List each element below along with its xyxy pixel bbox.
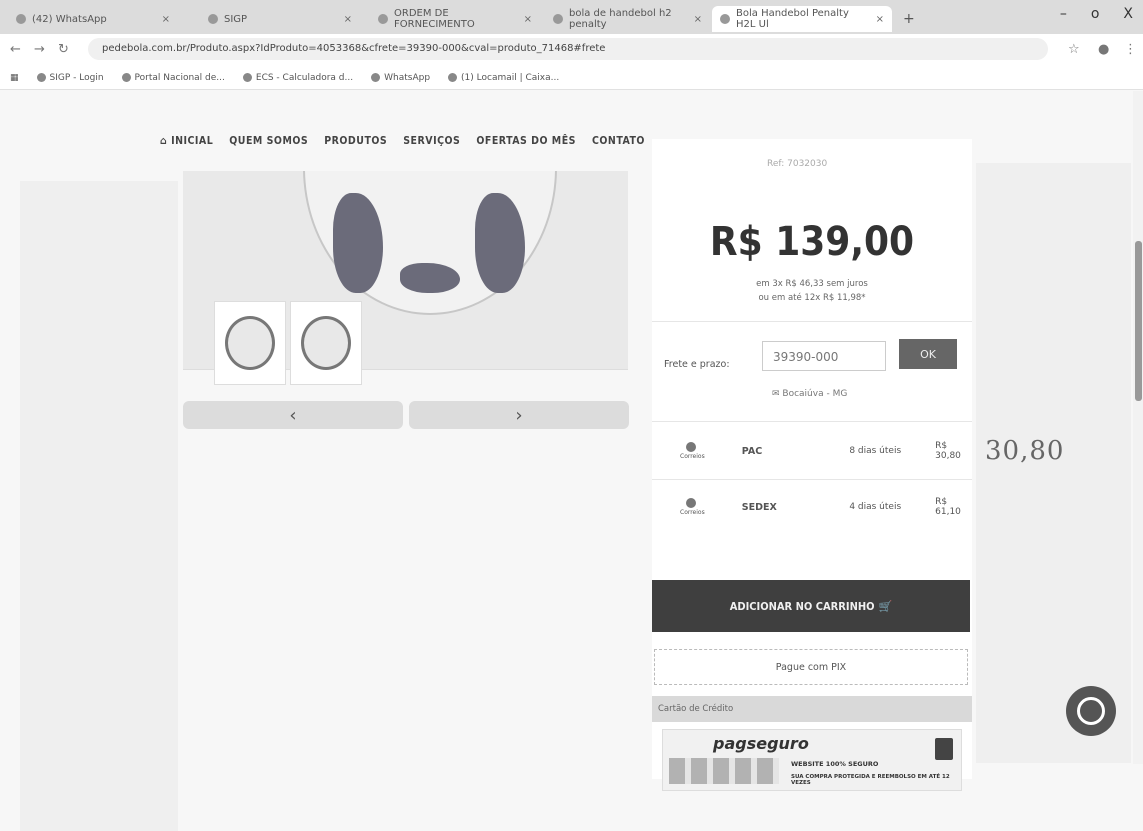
close-tab-icon[interactable]: × (694, 14, 702, 25)
close-tab-icon[interactable]: × (876, 14, 884, 25)
bookmarks-bar: ▦ SIGP - Login Portal Nacional de... ECS… (0, 66, 1143, 90)
thumbnail-strip (214, 301, 362, 385)
handwritten-note: 30,80 (985, 436, 1065, 466)
close-tab-icon[interactable]: × (162, 14, 170, 25)
main-nav: ⌂ INICIAL QUEM SOMOS PRODUTOS SERVIÇOS O… (160, 135, 645, 147)
scrollbar-thumb[interactable] (1135, 241, 1142, 401)
page-content: ⌂ INICIAL QUEM SOMOS PRODUTOS SERVIÇOS O… (0, 91, 1143, 831)
menu-icon[interactable]: ⋮ (1124, 42, 1137, 57)
whatsapp-icon (16, 14, 26, 24)
left-background-panel (20, 181, 178, 831)
thumbnail-2[interactable] (290, 301, 362, 385)
page-scrollbar[interactable] (1133, 91, 1143, 764)
nav-contato[interactable]: CONTATO (592, 135, 645, 147)
window-controls: – o X (1060, 6, 1133, 22)
bookmark-icon (36, 73, 46, 82)
close-tab-icon[interactable]: × (344, 14, 352, 25)
shipping-option-sedex: Correios SEDEX 4 dias úteis R$ 61,10 (652, 485, 972, 529)
credit-card-header[interactable]: Cartão de Crédito (652, 696, 972, 722)
tab-ordem[interactable]: ORDEM DE FORNECIMENTO × (370, 6, 540, 32)
star-icon[interactable]: ☆ (1068, 42, 1080, 57)
minimize-button[interactable]: – (1060, 6, 1067, 22)
cep-input[interactable]: 39390-000 (762, 341, 886, 371)
back-arrow-icon[interactable]: ← (10, 42, 21, 57)
installments-line-2: ou em até 12x R$ 11,98* (758, 293, 866, 303)
new-tab-button[interactable]: + (895, 6, 925, 32)
cart-icon: 🛒 (878, 599, 893, 613)
bookmark-sigp[interactable]: SIGP - Login (36, 73, 104, 83)
shipping-label: Frete e prazo: (664, 359, 730, 370)
tab-google-search[interactable]: bola de handebol h2 penalty × (545, 6, 710, 32)
bookmark-whatsapp[interactable]: WhatsApp (371, 73, 430, 83)
tab-whatsapp[interactable]: (42) WhatsApp × (8, 6, 178, 32)
whatsapp-float-button[interactable] (1066, 686, 1116, 736)
correios-logo-icon: Correios (680, 442, 705, 460)
bookmark-ecs[interactable]: ECS - Calculadora d... (242, 73, 353, 83)
tab-product[interactable]: Bola Handebol Penalty H2L Ul × (712, 6, 892, 32)
ball-thumbnail-icon (225, 316, 275, 370)
profile-icon[interactable]: ● (1098, 42, 1109, 57)
pix-button[interactable]: Pague com PIX (654, 649, 968, 685)
handball-image (303, 171, 557, 315)
lock-icon (935, 738, 953, 760)
shipping-option-pac: Correios PAC 8 dias úteis R$ 30,80 (652, 429, 972, 473)
thumbnail-1[interactable] (214, 301, 286, 385)
divider (652, 479, 972, 480)
site-icon (720, 14, 730, 24)
secure-sub-label: SUA COMPRA PROTEGIDA E REEMBOLSO EM ATÉ … (791, 774, 950, 786)
nav-inicial[interactable]: ⌂ INICIAL (160, 135, 213, 147)
pagseguro-badge: pagseguro WEBSITE 100% SEGURO SUA COMPRA… (662, 729, 962, 791)
nav-ofertas[interactable]: OFERTAS DO MÊS (476, 135, 576, 147)
product-price: R$ 139,00 (709, 219, 915, 265)
nav-produtos[interactable]: PRODUTOS (324, 135, 387, 147)
ok-button[interactable]: OK (899, 339, 957, 369)
bookmark-icon (371, 73, 381, 82)
close-tab-icon[interactable]: × (524, 14, 532, 25)
carousel-next-button[interactable]: › (409, 401, 629, 429)
correios-logo-icon: Correios (680, 498, 705, 516)
apps-icon[interactable]: ▦ (10, 73, 19, 83)
search-icon (553, 14, 563, 24)
bookmark-locamail[interactable]: (1) Locamail | Caixa... (448, 73, 559, 83)
whatsapp-icon (1077, 697, 1105, 725)
bookmark-icon (448, 73, 458, 82)
shipping-price: R$ 61,10 (935, 497, 961, 517)
installments-line-1: em 3x R$ 46,33 sem juros (756, 279, 868, 289)
secure-label: WEBSITE 100% SEGURO (791, 760, 879, 768)
carousel-controls: ‹ › (183, 401, 629, 429)
divider (652, 421, 972, 422)
reload-icon[interactable]: ↻ (58, 42, 69, 57)
shipping-service: SEDEX (741, 501, 777, 513)
sigp-icon (378, 14, 388, 24)
shipping-price: R$ 30,80 (935, 441, 961, 461)
browser-tab-bar: (42) WhatsApp × SIGP × ORDEM DE FORNECIM… (0, 0, 1143, 34)
shipping-service: PAC (741, 445, 763, 457)
forward-arrow-icon[interactable]: → (34, 42, 45, 57)
shipping-days: 8 dias úteis (849, 446, 902, 456)
close-window-button[interactable]: X (1123, 6, 1133, 22)
card-brands-icon (669, 758, 779, 784)
carousel-prev-button[interactable]: ‹ (183, 401, 403, 429)
purchase-box: Ref: 7032030 R$ 139,00 em 3x R$ 46,33 se… (652, 139, 972, 791)
url-field[interactable]: pedebola.com.br/Produto.aspx?IdProduto=4… (88, 38, 1048, 60)
tab-sigp[interactable]: SIGP × (200, 6, 360, 32)
shipping-city: ✉ Bocaiúva - MG (772, 389, 848, 399)
divider (652, 321, 972, 322)
maximize-button[interactable]: o (1091, 6, 1100, 22)
bookmark-portal[interactable]: Portal Nacional de... (121, 73, 225, 83)
ball-thumbnail-icon (301, 316, 351, 370)
nav-quem-somos[interactable]: QUEM SOMOS (229, 135, 308, 147)
nav-servicos[interactable]: SERVIÇOS (403, 135, 460, 147)
bookmark-icon (121, 73, 131, 82)
add-to-cart-button[interactable]: ADICIONAR NO CARRINHO 🛒 (652, 580, 970, 632)
bookmark-icon (242, 73, 252, 82)
sigp-icon (208, 14, 218, 24)
pagseguro-logo: pagseguro (713, 734, 809, 753)
product-ref: Ref: 7032030 (767, 159, 828, 169)
shipping-days: 4 dias úteis (849, 502, 902, 512)
address-bar-row: ← → ↻ pedebola.com.br/Produto.aspx?IdPro… (0, 34, 1143, 67)
